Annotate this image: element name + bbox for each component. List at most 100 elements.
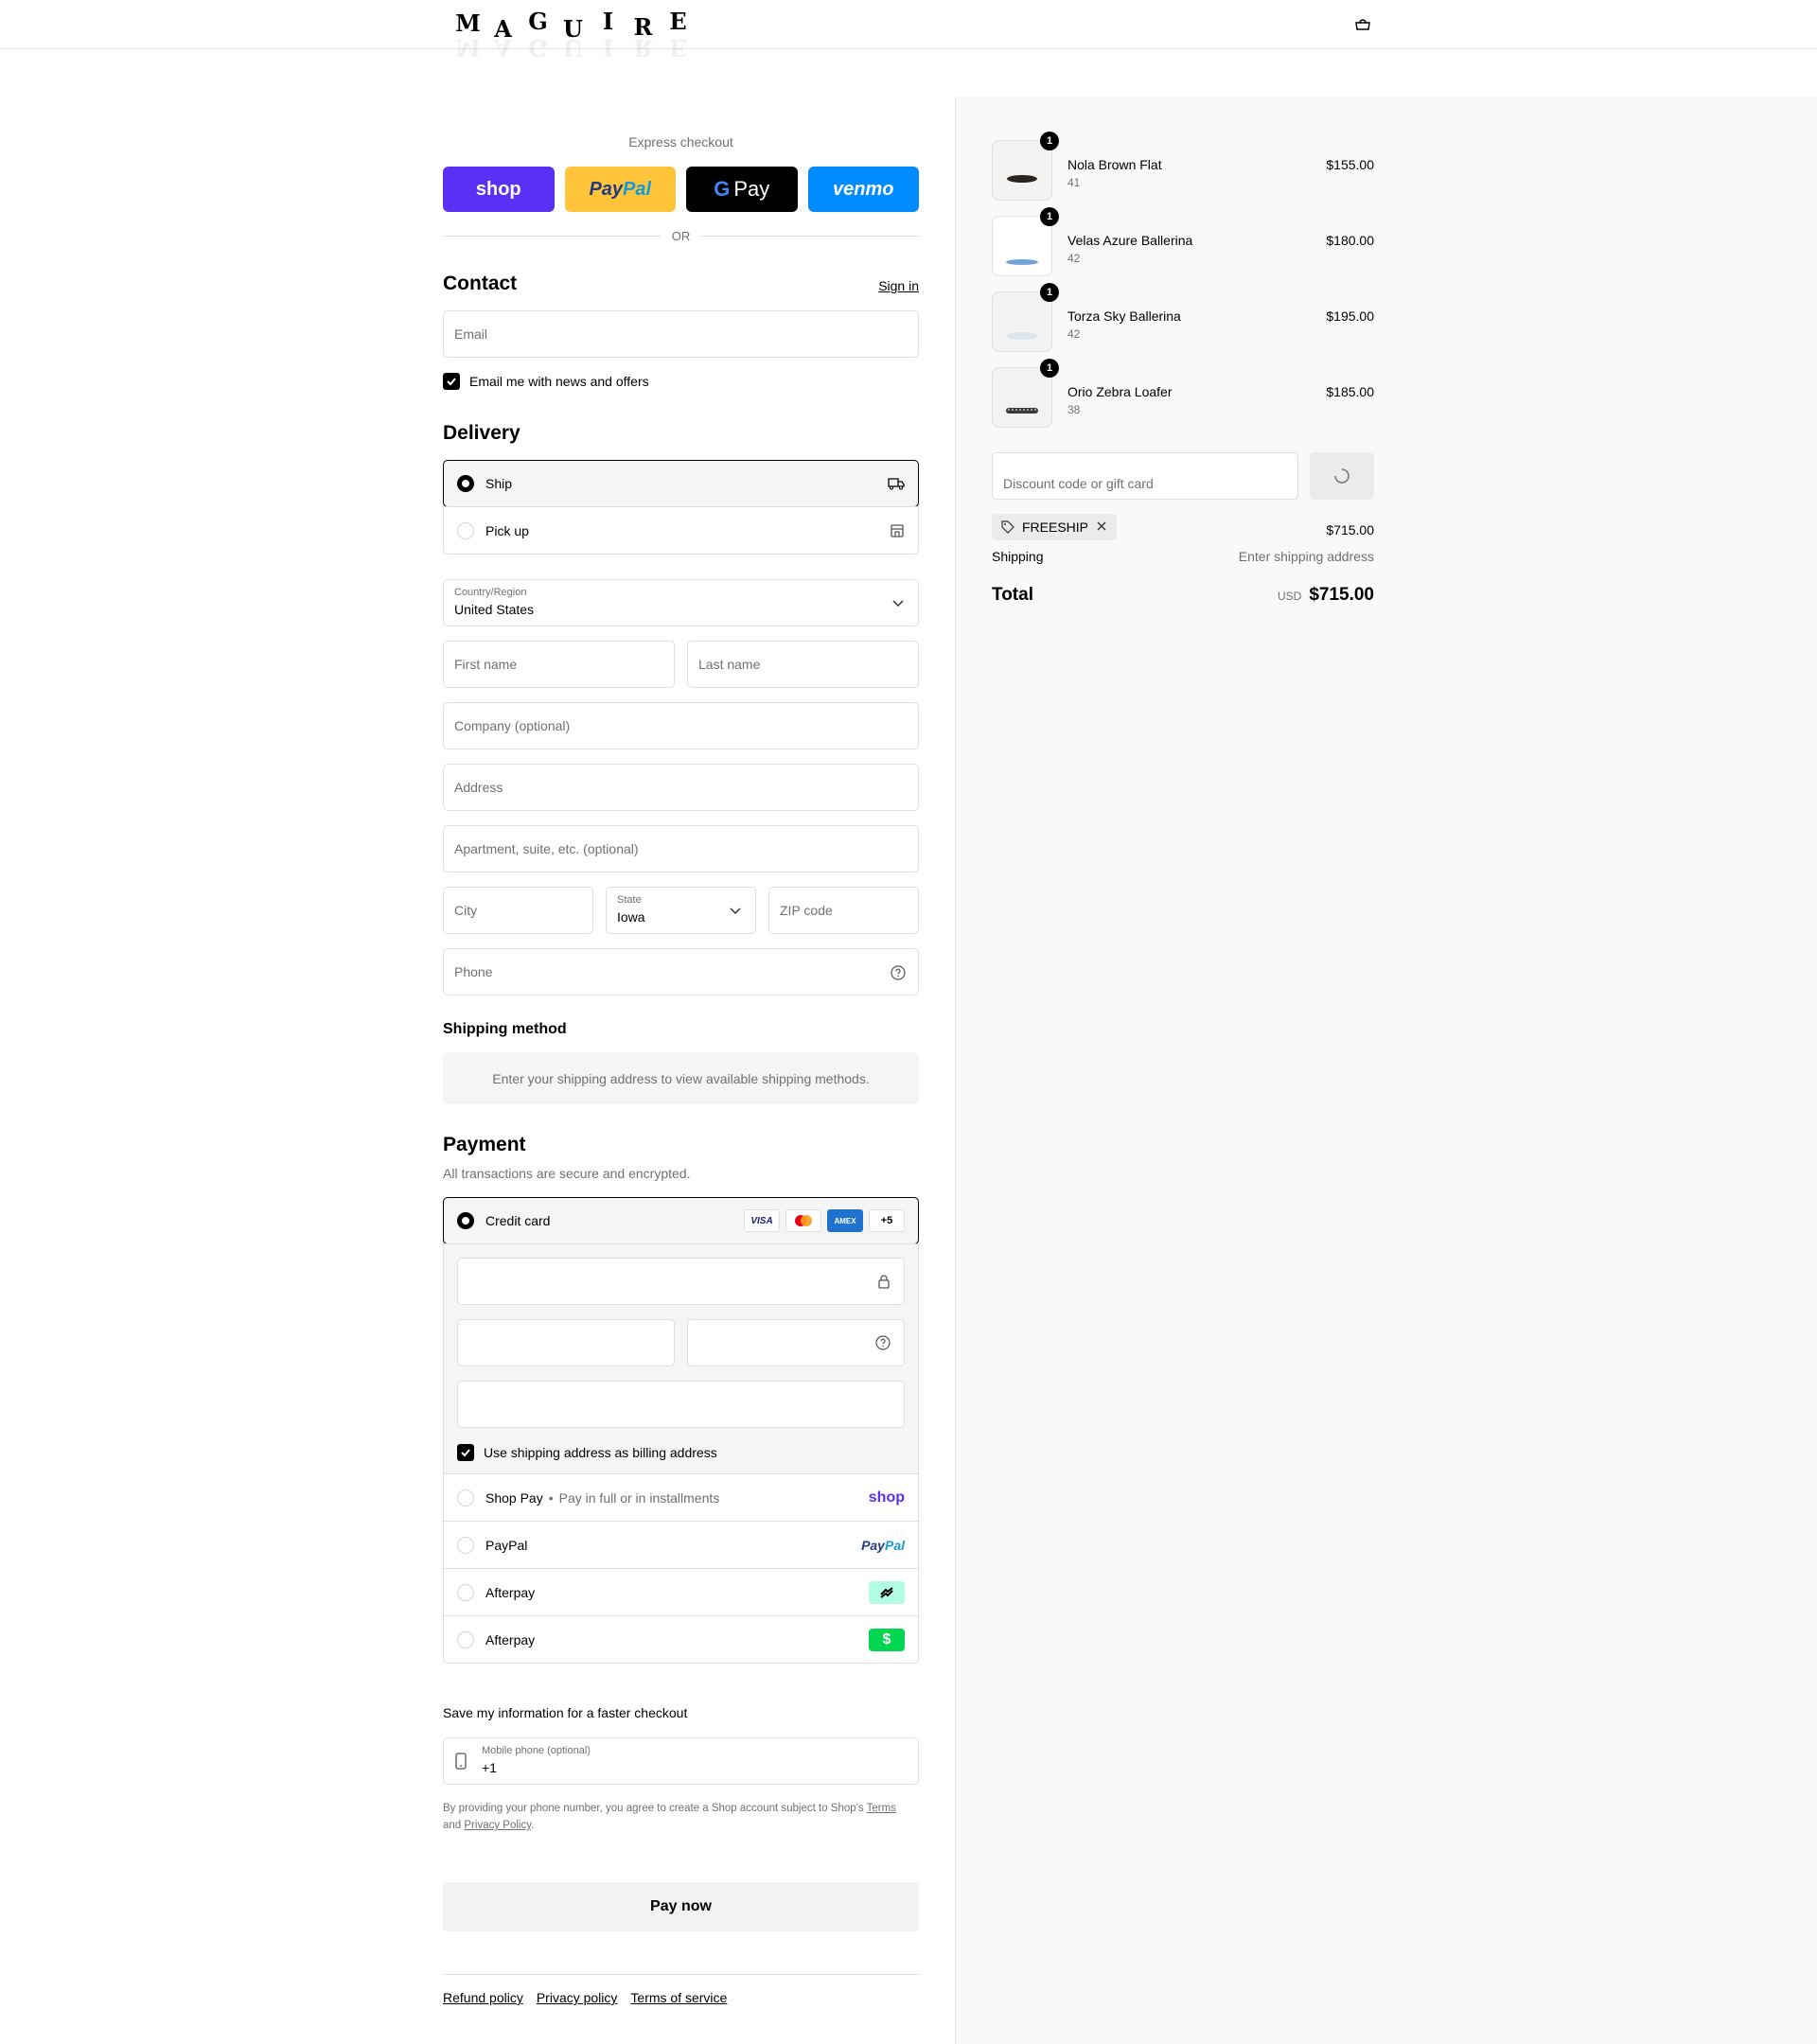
product-thumbnail: 1 xyxy=(992,132,1059,201)
cash-app-logo-icon: $ xyxy=(869,1628,905,1651)
discount-code-label: FREESHIP xyxy=(1022,520,1089,535)
discount-tag: FREESHIP xyxy=(992,514,1118,540)
product-variant: 42 xyxy=(1067,327,1081,341)
line-item: 1 Velas Azure Ballerina 42 $180.00 xyxy=(992,207,1374,278)
google-g-icon: G xyxy=(714,177,731,201)
mobile-phone-field[interactable]: Mobile phone (optional) +1 xyxy=(443,1737,919,1785)
address-field[interactable]: Address xyxy=(443,764,919,811)
ship-option[interactable]: Ship xyxy=(443,460,919,507)
line-item: 1 Torza Sky Ballerina 42 $195.00 xyxy=(992,283,1374,354)
payment-title: Payment xyxy=(443,1134,526,1155)
product-thumbnail: 1 xyxy=(992,283,1059,352)
radio-empty-icon[interactable] xyxy=(457,521,474,539)
logo-letter: I xyxy=(602,8,614,35)
phone-field[interactable]: Phone xyxy=(443,948,919,996)
cart-icon[interactable] xyxy=(1351,13,1374,36)
name-on-card-field[interactable] xyxy=(457,1381,905,1428)
newsletter-checkbox-row[interactable]: Email me with news and offers xyxy=(443,373,649,390)
shop-pay-button[interactable]: shop xyxy=(443,167,555,212)
afterpay-logo-icon xyxy=(869,1580,905,1604)
currency-code: USD xyxy=(1277,590,1302,603)
google-pay-button[interactable]: G Pay xyxy=(686,167,798,212)
cvv-field[interactable] xyxy=(687,1319,905,1366)
radio-empty-icon[interactable] xyxy=(457,1489,474,1507)
afterpay-option[interactable]: Afterpay xyxy=(444,1568,918,1615)
pickup-option[interactable]: Pick up xyxy=(444,506,918,554)
brand-logo[interactable]: M A G U I R E MAGUIRE xyxy=(450,8,725,70)
shipping-method-title: Shipping method xyxy=(443,1021,567,1037)
pay-now-button[interactable]: Pay now xyxy=(443,1882,919,1931)
tag-icon xyxy=(1001,520,1014,534)
shipping-label: Shipping xyxy=(992,549,1044,564)
radio-selected-icon[interactable] xyxy=(457,1212,474,1229)
state-select[interactable]: State Iowa xyxy=(606,887,756,934)
amex-icon: AMEX xyxy=(827,1209,863,1232)
product-name: Velas Azure Ballerina xyxy=(1067,233,1193,248)
logo-letter: G xyxy=(528,8,548,35)
privacy-policy-link[interactable]: Privacy Policy xyxy=(464,1820,531,1831)
mastercard-icon xyxy=(785,1209,821,1232)
line-item: 1 Orio Zebra Loafer 38 $185.00 xyxy=(992,359,1374,430)
sign-in-link[interactable]: Sign in xyxy=(878,278,919,293)
product-name: Nola Brown Flat xyxy=(1067,157,1162,172)
payment-method-group: Credit card VISA AMEX +5 Use shipping ad… xyxy=(443,1197,919,1664)
cash-app-afterpay-option[interactable]: Afterpay $ xyxy=(444,1615,918,1663)
save-info-title: Save my information for a faster checkou… xyxy=(443,1705,688,1720)
credit-card-option[interactable]: Credit card VISA AMEX +5 xyxy=(443,1197,919,1244)
product-price: $195.00 xyxy=(1326,308,1374,324)
help-icon[interactable] xyxy=(890,964,907,981)
product-variant: 41 xyxy=(1067,176,1081,189)
line-item: 1 Nola Brown Flat 41 $155.00 xyxy=(992,132,1374,203)
payment-subtitle: All transactions are secure and encrypte… xyxy=(443,1166,691,1181)
apply-discount-button[interactable] xyxy=(1310,452,1374,500)
terms-link[interactable]: Terms xyxy=(867,1803,896,1814)
product-variant: 42 xyxy=(1067,252,1081,265)
billing-same-checkbox-row[interactable]: Use shipping address as billing address xyxy=(457,1444,717,1461)
product-thumbnail: 1 xyxy=(992,207,1059,276)
radio-selected-icon[interactable] xyxy=(457,475,474,492)
or-divider: OR xyxy=(443,229,919,243)
email-field[interactable]: Email xyxy=(443,310,919,358)
first-name-field[interactable]: First name xyxy=(443,641,675,688)
loading-spinner-icon xyxy=(1334,468,1350,484)
paypal-logo-icon: PayPal xyxy=(861,1537,905,1553)
checkbox-checked-icon[interactable] xyxy=(457,1444,474,1461)
refund-policy-link[interactable]: Refund policy xyxy=(443,1990,523,2005)
last-name-field[interactable]: Last name xyxy=(687,641,919,688)
paypal-option[interactable]: PayPal PayPal xyxy=(444,1521,918,1568)
radio-empty-icon[interactable] xyxy=(457,1536,474,1554)
country-select[interactable]: Country/Region United States xyxy=(443,579,919,626)
apartment-field[interactable]: Apartment, suite, etc. (optional) xyxy=(443,825,919,872)
product-thumbnail: 1 xyxy=(992,359,1059,428)
venmo-button[interactable]: venmo xyxy=(807,167,919,212)
shop-pay-option[interactable]: Shop Pay • Pay in full or in installment… xyxy=(444,1473,918,1521)
legal-text: By providing your phone number, you agre… xyxy=(443,1803,896,1831)
checkbox-checked-icon[interactable] xyxy=(443,373,460,390)
radio-empty-icon[interactable] xyxy=(457,1630,474,1648)
help-icon[interactable] xyxy=(875,1335,891,1353)
logo-letter: M xyxy=(455,9,481,37)
quantity-badge: 1 xyxy=(1040,283,1059,302)
paypal-button[interactable]: Pay Pal xyxy=(564,167,676,212)
privacy-policy-footer-link[interactable]: Privacy policy xyxy=(537,1990,618,2005)
remove-discount-icon[interactable] xyxy=(1096,520,1107,535)
product-name: Torza Sky Ballerina xyxy=(1067,308,1181,324)
store-icon xyxy=(890,523,905,538)
chevron-down-icon xyxy=(890,595,907,612)
card-number-field[interactable] xyxy=(457,1258,905,1305)
footer-links: Refund policy Privacy policy Terms of se… xyxy=(443,1974,919,2005)
subtotal-value: $715.00 xyxy=(1326,522,1374,537)
discount-code-field[interactable]: Discount code or gift card xyxy=(992,452,1298,500)
total-amount: $715.00 xyxy=(1309,585,1374,605)
city-field[interactable]: City xyxy=(443,887,593,934)
product-name: Orio Zebra Loafer xyxy=(1067,384,1173,399)
zip-field[interactable]: ZIP code xyxy=(768,887,919,934)
product-price: $180.00 xyxy=(1326,233,1374,248)
expiry-field[interactable] xyxy=(457,1319,675,1366)
radio-empty-icon[interactable] xyxy=(457,1583,474,1601)
logo-reflection: MAGUIRE xyxy=(455,34,687,62)
shipping-method-notice: Enter your shipping address to view avai… xyxy=(443,1052,919,1104)
terms-of-service-link[interactable]: Terms of service xyxy=(630,1990,727,2005)
company-field[interactable]: Company (optional) xyxy=(443,702,919,749)
quantity-badge: 1 xyxy=(1040,359,1059,378)
